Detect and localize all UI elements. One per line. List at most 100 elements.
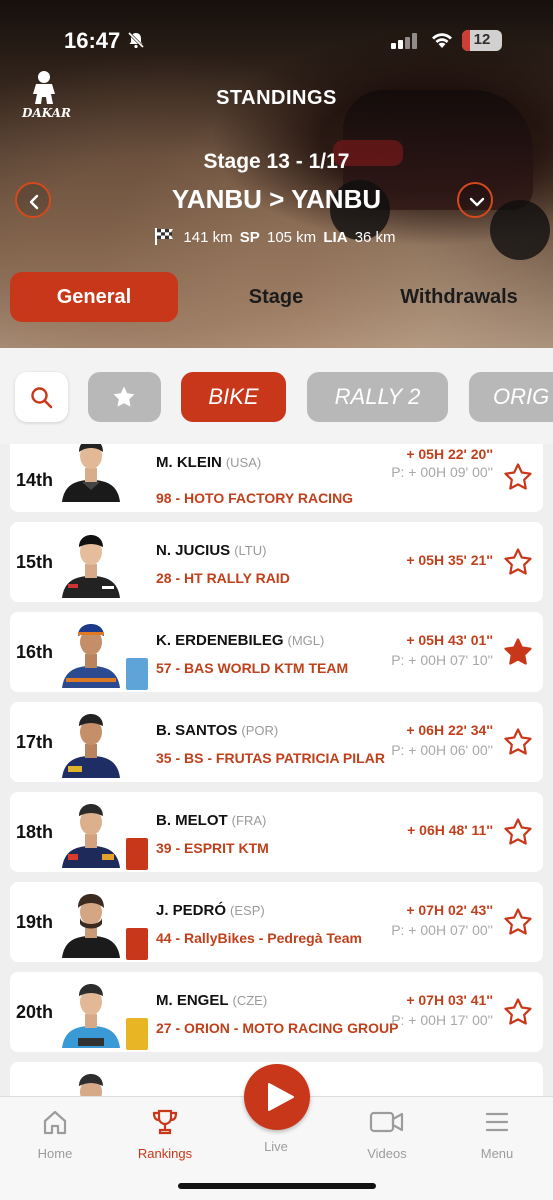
position: 16th — [16, 642, 54, 662]
favorite-star-icon[interactable] — [503, 637, 533, 667]
time-gap: + 07H 03' 41'' — [406, 992, 493, 1008]
favorite-star-icon[interactable] — [503, 727, 533, 757]
nav-menu[interactable]: Menu — [457, 1107, 537, 1161]
star-icon — [113, 386, 135, 407]
rider-avatar — [62, 714, 120, 778]
battery-indicator: 12 — [462, 30, 502, 51]
time-gap: + 05H 35' 21'' — [406, 552, 493, 568]
search-button[interactable] — [15, 372, 68, 422]
sp-distance: 105 km — [266, 229, 317, 246]
tab-withdrawals[interactable]: Withdrawals — [383, 272, 535, 322]
time-gap: + 07H 02' 43'' — [406, 902, 493, 918]
nav-live[interactable]: Live — [236, 1139, 316, 1154]
favorite-star-icon[interactable] — [503, 997, 533, 1027]
favorite-star-icon[interactable] — [503, 907, 533, 937]
rider-avatar — [62, 984, 120, 1048]
signal-icon — [391, 33, 417, 49]
time-penalty: P: + 00H 09' 00'' — [391, 464, 493, 480]
rider-name: M. ENGEL — [156, 992, 229, 1009]
team-name: 35 - BS - FRUTAS PATRICIA PILAR — [156, 750, 385, 766]
rider-nationality: (CZE) — [232, 993, 268, 1008]
favorite-star-icon[interactable] — [503, 547, 533, 577]
time-penalty: P: + 00H 06' 00'' — [391, 742, 493, 758]
category-bike[interactable]: BIKE — [181, 372, 286, 422]
status-bar: 16:47 12 — [0, 0, 553, 80]
rider-avatar — [62, 624, 120, 688]
list-item[interactable]: 19th J. PEDRÓ (ESP) 44 - RallyBikes - Ped… — [10, 882, 543, 962]
rider-avatar — [62, 535, 120, 598]
tab-stage[interactable]: Stage — [196, 272, 356, 322]
legend-badge — [126, 1018, 148, 1050]
time-penalty: P: + 00H 07' 10'' — [391, 652, 493, 668]
position: 19th — [16, 912, 54, 932]
rider-avatar — [79, 1074, 103, 1096]
chevron-down-icon — [469, 197, 485, 207]
live-play-button[interactable] — [244, 1064, 310, 1130]
rider-nationality: (FRA) — [231, 813, 267, 828]
rider-avatar — [62, 804, 120, 868]
time-gap: + 06H 22' 34'' — [406, 722, 493, 738]
standings-list: 14th M. KLEIN (USA) 98 - HOTO FACTORY RAC… — [0, 444, 553, 1096]
team-name: 98 - HOTO FACTORY RACING — [156, 490, 354, 506]
sp-label: SP — [239, 229, 260, 246]
rider-avatar — [62, 444, 120, 502]
team-name: 27 - ORION - MOTO RACING GROUP — [156, 1020, 399, 1036]
tab-general[interactable]: General — [10, 272, 178, 322]
rider-nationality: (MGL) — [287, 633, 325, 648]
checkered-flag-icon — [155, 228, 174, 245]
favorite-star-icon[interactable] — [503, 817, 533, 847]
standings-tabs: General Stage Withdrawals — [0, 272, 553, 322]
wifi-icon — [432, 33, 452, 48]
home-icon — [43, 1110, 67, 1135]
list-item[interactable]: 18th B. MELOT (FRA) 39 - ESPRIT KTM + 06H… — [10, 792, 543, 872]
rider-name: N. JUCIUS — [156, 542, 231, 559]
nav-rankings[interactable]: Rankings — [125, 1107, 205, 1161]
home-indicator — [178, 1183, 376, 1189]
rider-name: J. PEDRÓ — [156, 902, 227, 919]
original-badge — [126, 928, 148, 960]
search-icon — [31, 387, 53, 409]
bell-off-icon — [127, 31, 145, 49]
rider-name: M. KLEIN — [156, 454, 222, 471]
favorites-filter-button[interactable] — [88, 372, 161, 422]
list-item[interactable]: 15th N. JUCIUS (LTU) 28 - HT RALLY RAID +… — [10, 522, 543, 602]
stage-dropdown-button[interactable] — [457, 182, 493, 218]
rider-nationality: (LTU) — [234, 543, 267, 558]
position: 20th — [16, 1002, 54, 1022]
list-item[interactable]: 16th K. ERDENEBILEG (MGL) 57 - BAS WORLD … — [10, 612, 543, 692]
rider-nationality: (ESP) — [230, 903, 265, 918]
favorite-star-icon[interactable] — [503, 462, 533, 492]
nav-videos[interactable]: Videos — [347, 1107, 427, 1161]
team-name: 44 - RallyBikes - Pedregà Team — [156, 930, 362, 946]
list-item[interactable]: 20th M. ENGEL (CZE) 27 - ORION - MOTO RAC… — [10, 972, 543, 1052]
category-original[interactable]: ORIG — [469, 372, 553, 422]
stage-label: Stage 13 - 1/17 — [203, 150, 350, 173]
time-gap: + 06H 48' 11'' — [407, 822, 493, 838]
rider-avatar — [62, 894, 120, 958]
rookie-badge — [126, 658, 148, 690]
page-title: STANDINGS — [216, 87, 337, 109]
list-item[interactable]: 14th M. KLEIN (USA) 98 - HOTO FACTORY RAC… — [10, 444, 543, 512]
play-icon — [268, 1083, 294, 1111]
status-time: 16:47 — [64, 28, 121, 53]
list-item[interactable]: 17th B. SANTOS (POR) 35 - BS - FRUTAS PAT… — [10, 702, 543, 782]
rider-name: B. SANTOS — [156, 722, 238, 739]
menu-icon — [485, 1112, 509, 1132]
position: 14th — [16, 470, 54, 490]
time-penalty: P: + 00H 07' 00'' — [391, 922, 493, 938]
category-filter-row: BIKE RALLY 2 ORIG — [0, 348, 553, 444]
category-rally2[interactable]: RALLY 2 — [307, 372, 448, 422]
nav-home[interactable]: Home — [15, 1107, 95, 1161]
stage-distances: 141 km SP 105 km LIA 36 km — [0, 227, 553, 246]
rider-nationality: (POR) — [241, 723, 279, 738]
time-gap: + 05H 22' 20'' — [406, 446, 493, 462]
team-name: 39 - ESPRIT KTM — [156, 840, 269, 856]
original-badge — [126, 838, 148, 870]
rider-name: K. ERDENEBILEG — [156, 632, 284, 649]
video-camera-icon — [369, 1111, 404, 1133]
position: 18th — [16, 822, 54, 842]
time-gap: + 05H 43' 01'' — [406, 632, 493, 648]
lia-label: LIA — [323, 229, 348, 246]
team-name: 28 - HT RALLY RAID — [156, 570, 290, 586]
team-name: 57 - BAS WORLD KTM TEAM — [156, 660, 349, 676]
